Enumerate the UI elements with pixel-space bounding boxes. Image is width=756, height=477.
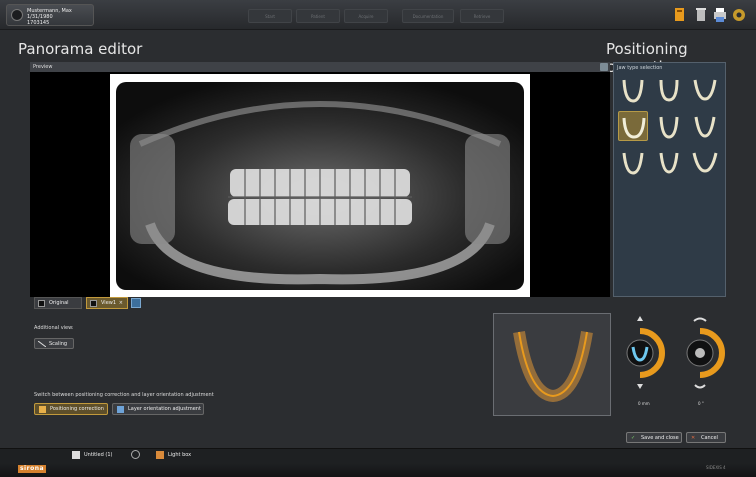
jaw-type-9[interactable] xyxy=(690,147,720,177)
add-view-button[interactable] xyxy=(131,298,141,308)
jaw-type-selection-panel: Jaw type selection xyxy=(613,62,726,297)
lightbox-icon xyxy=(156,451,164,459)
app-version: SIDEXIS 4 xyxy=(706,465,726,470)
shift-value: 0 mm xyxy=(638,401,650,406)
workflow-step-documentation[interactable]: Documentation xyxy=(402,9,454,23)
jaw-type-2[interactable] xyxy=(654,75,684,105)
patient-id: 1703145 xyxy=(27,20,50,26)
print-icon[interactable] xyxy=(712,6,728,24)
status-bar xyxy=(0,462,756,477)
arch-preview xyxy=(493,313,611,416)
close-icon[interactable]: × xyxy=(119,298,123,308)
jaw-type-7[interactable] xyxy=(618,147,648,177)
document-icon xyxy=(72,451,80,459)
dials-panel xyxy=(618,313,726,413)
close-icon: ✕ xyxy=(691,435,696,441)
close-tab-icon[interactable] xyxy=(131,450,140,459)
rotation-value: 0 ° xyxy=(698,401,704,406)
jaw-selection-label: Jaw type selection xyxy=(617,65,663,71)
patient-avatar-icon xyxy=(11,9,23,21)
shift-dial[interactable] xyxy=(626,316,665,389)
additional-view-label: Additional view: xyxy=(34,325,74,331)
refresh-icon[interactable] xyxy=(600,63,608,71)
image-icon xyxy=(38,300,45,307)
tab-light-box[interactable]: Light box xyxy=(154,450,204,460)
workflow-step-acquire[interactable]: Acquire xyxy=(344,9,388,23)
tab-untitled[interactable]: Untitled (1) xyxy=(70,450,142,460)
positioning-correction-button[interactable]: Positioning correction xyxy=(34,403,108,415)
workflow-step-retrieve[interactable]: Retrieve xyxy=(460,9,504,23)
scaling-button[interactable]: Scaling xyxy=(34,338,74,349)
save-and-close-button[interactable]: ✓ Save and close xyxy=(626,432,682,443)
ruler-icon xyxy=(38,341,46,347)
jaw-type-6[interactable] xyxy=(690,111,720,141)
tab-original[interactable]: Original xyxy=(34,297,82,309)
mode-switch-label: Switch between positioning correction an… xyxy=(34,392,214,398)
jaw-type-1[interactable] xyxy=(618,75,648,105)
preview-label: Preview xyxy=(33,64,53,70)
cancel-button[interactable]: ✕ Cancel xyxy=(686,432,726,443)
tooth-icon xyxy=(39,406,46,413)
tab-view1[interactable]: View1 × xyxy=(86,297,128,309)
layer-orientation-button[interactable]: Layer orientation adjustment xyxy=(112,403,204,415)
image-icon xyxy=(90,300,97,307)
jaw-type-8[interactable] xyxy=(654,147,684,177)
jaw-type-5[interactable] xyxy=(654,111,684,141)
rotation-dial[interactable] xyxy=(686,317,725,389)
layer-icon xyxy=(117,406,124,413)
brand-logo: sirona xyxy=(18,465,46,473)
check-icon: ✓ xyxy=(631,435,636,441)
jaw-type-3[interactable] xyxy=(690,75,720,105)
patient-card[interactable]: Mustermann, Max 1/31/1980 1703145 xyxy=(6,4,94,26)
workflow-step-start[interactable]: Start xyxy=(248,9,292,23)
export-icon[interactable] xyxy=(672,6,688,24)
trash-icon[interactable] xyxy=(693,6,709,24)
preview-area[interactable] xyxy=(30,72,610,297)
jaw-type-4-selected[interactable] xyxy=(618,111,648,141)
workflow-step-patient[interactable]: Patient xyxy=(296,9,340,23)
preview-header: Preview xyxy=(30,62,610,72)
panoramic-xray-image[interactable] xyxy=(110,74,530,297)
settings-gear-icon[interactable] xyxy=(731,6,747,24)
page-title: Panorama editor xyxy=(18,40,143,58)
